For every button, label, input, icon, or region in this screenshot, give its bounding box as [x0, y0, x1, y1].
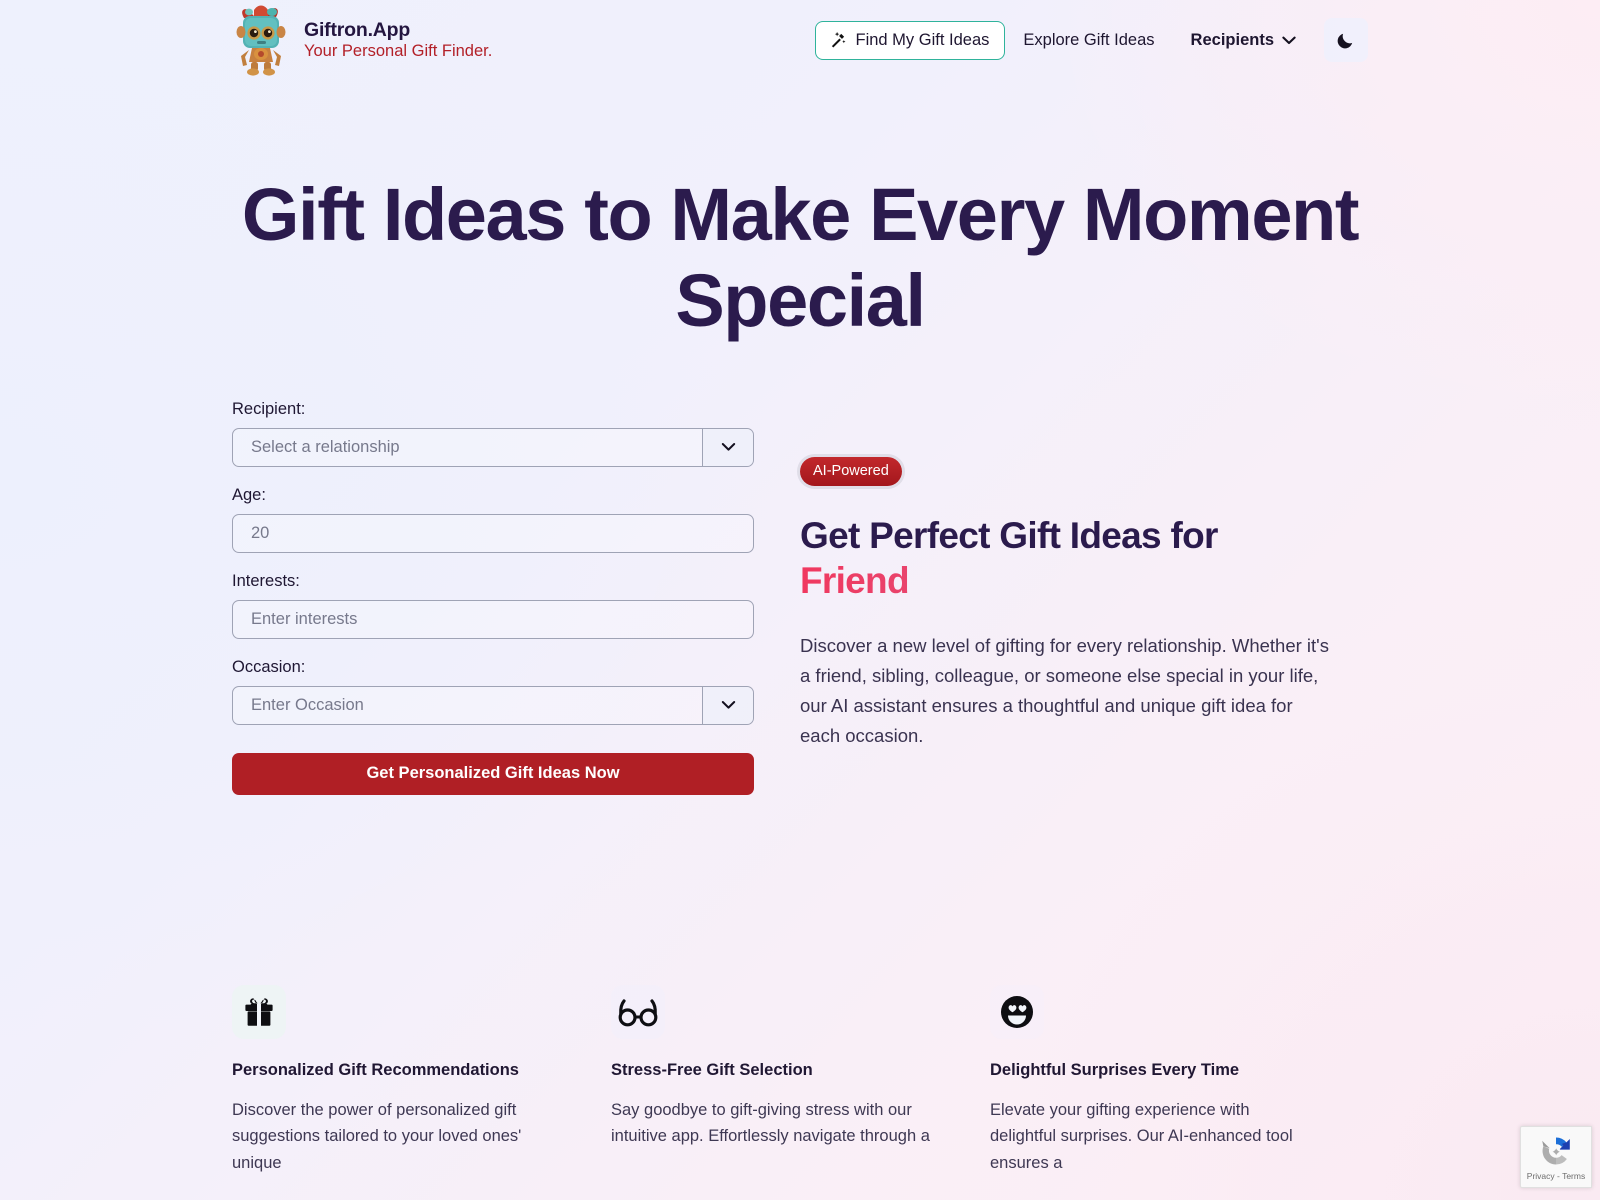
feature-description: Say goodbye to gift-giving stress with o… [611, 1100, 930, 1146]
recaptcha-icon [1542, 1137, 1570, 1165]
nav-cta-label: Find My Gift Ideas [855, 30, 990, 49]
smiling-face-icon [1001, 995, 1033, 1028]
interests-input[interactable] [233, 600, 753, 638]
gift-finder-form: Recipient: Age: Interests: [232, 400, 754, 795]
interests-input-wrap[interactable] [232, 599, 754, 639]
feature-icon-wrap [611, 984, 665, 1039]
ai-powered-badge: AI-Powered [800, 456, 902, 486]
feature-description: Discover the power of personalized gift … [232, 1100, 522, 1173]
promo-description: Discover a new level of gifting for ever… [800, 634, 1329, 746]
promo-title-highlight: Friend [800, 558, 1368, 603]
brand-tagline: Your Personal Gift Finder. [304, 42, 493, 61]
occasion-select-wrap[interactable] [232, 685, 754, 725]
brand-name: Giftron.App [304, 18, 411, 41]
features-section: Personalized Gift Recommendations Discov… [0, 984, 1600, 1177]
site-header: Giftron.App Your Personal Gift Finder. F… [0, 0, 1600, 80]
promo-title-line1: Get Perfect Gift Ideas for [800, 514, 1218, 556]
brand-logo-link[interactable]: Giftron.App Your Personal Gift Finder. [232, 4, 492, 76]
age-input[interactable] [233, 514, 753, 552]
moon-icon [1337, 33, 1353, 49]
field-label-age: Age: [232, 485, 266, 504]
promo-title: Get Perfect Gift Ideas for Friend [800, 513, 1368, 603]
feature-title: Personalized Gift Recommendations [232, 1060, 519, 1079]
recaptcha-terms-text[interactable]: Privacy - Terms [1527, 1171, 1585, 1181]
feature-card-stress-free-selection: Stress-Free Gift Selection Say goodbye t… [611, 984, 990, 1177]
field-recipient: Recipient: [232, 400, 754, 467]
field-age: Age: [232, 486, 754, 553]
chevron-down-icon [1282, 36, 1296, 44]
dark-mode-toggle-button[interactable] [1324, 18, 1368, 62]
feature-title: Stress-Free Gift Selection [611, 1060, 813, 1079]
nav-dropdown-label: Recipients [1190, 30, 1274, 49]
recaptcha-badge[interactable]: Privacy - Terms [1520, 1126, 1592, 1188]
magic-wand-icon [831, 31, 845, 48]
nav-find-my-gift-ideas-button[interactable]: Find My Gift Ideas [814, 20, 1006, 60]
nav-link-explore-gift-ideas[interactable]: Explore Gift Ideas [1005, 22, 1172, 59]
chevron-down-icon [721, 701, 735, 709]
feature-card-personalized-recommendations: Personalized Gift Recommendations Discov… [232, 984, 611, 1177]
feature-icon-wrap [990, 984, 1044, 1039]
gift-box-icon [245, 997, 273, 1027]
feature-description: Elevate your gifting experience with del… [990, 1100, 1293, 1173]
main-content: Recipient: Age: Interests: [0, 400, 1600, 795]
feature-card-delightful-surprises: Delightful Surprises Every Time Elevate … [990, 984, 1369, 1177]
robot-gift-logo-icon [236, 5, 286, 76]
recipient-input[interactable] [233, 428, 702, 466]
chevron-down-icon [721, 443, 735, 451]
field-occasion: Occasion: [232, 658, 754, 725]
promo-section: AI-Powered Get Perfect Gift Ideas for Fr… [800, 400, 1368, 751]
nav-dropdown-recipients[interactable]: Recipients [1173, 22, 1310, 59]
main-navigation: Find My Gift Ideas Explore Gift Ideas Re… [814, 18, 1368, 62]
occasion-dropdown-button[interactable] [702, 686, 753, 724]
occasion-input[interactable] [233, 686, 702, 724]
feature-title: Delightful Surprises Every Time [990, 1060, 1240, 1079]
field-label-interests: Interests: [232, 571, 300, 590]
age-input-wrap[interactable] [232, 513, 754, 553]
get-personalized-gift-ideas-button[interactable]: Get Personalized Gift Ideas Now [232, 752, 754, 795]
page-title: Gift Ideas to Make Every Moment Special [241, 173, 1360, 342]
field-label-occasion: Occasion: [232, 657, 306, 676]
recipient-dropdown-button[interactable] [702, 428, 753, 466]
glasses-icon [618, 999, 658, 1027]
field-label-recipient: Recipient: [232, 399, 306, 418]
field-interests: Interests: [232, 572, 754, 639]
feature-icon-wrap [232, 984, 286, 1039]
recipient-select-wrap[interactable] [232, 427, 754, 467]
